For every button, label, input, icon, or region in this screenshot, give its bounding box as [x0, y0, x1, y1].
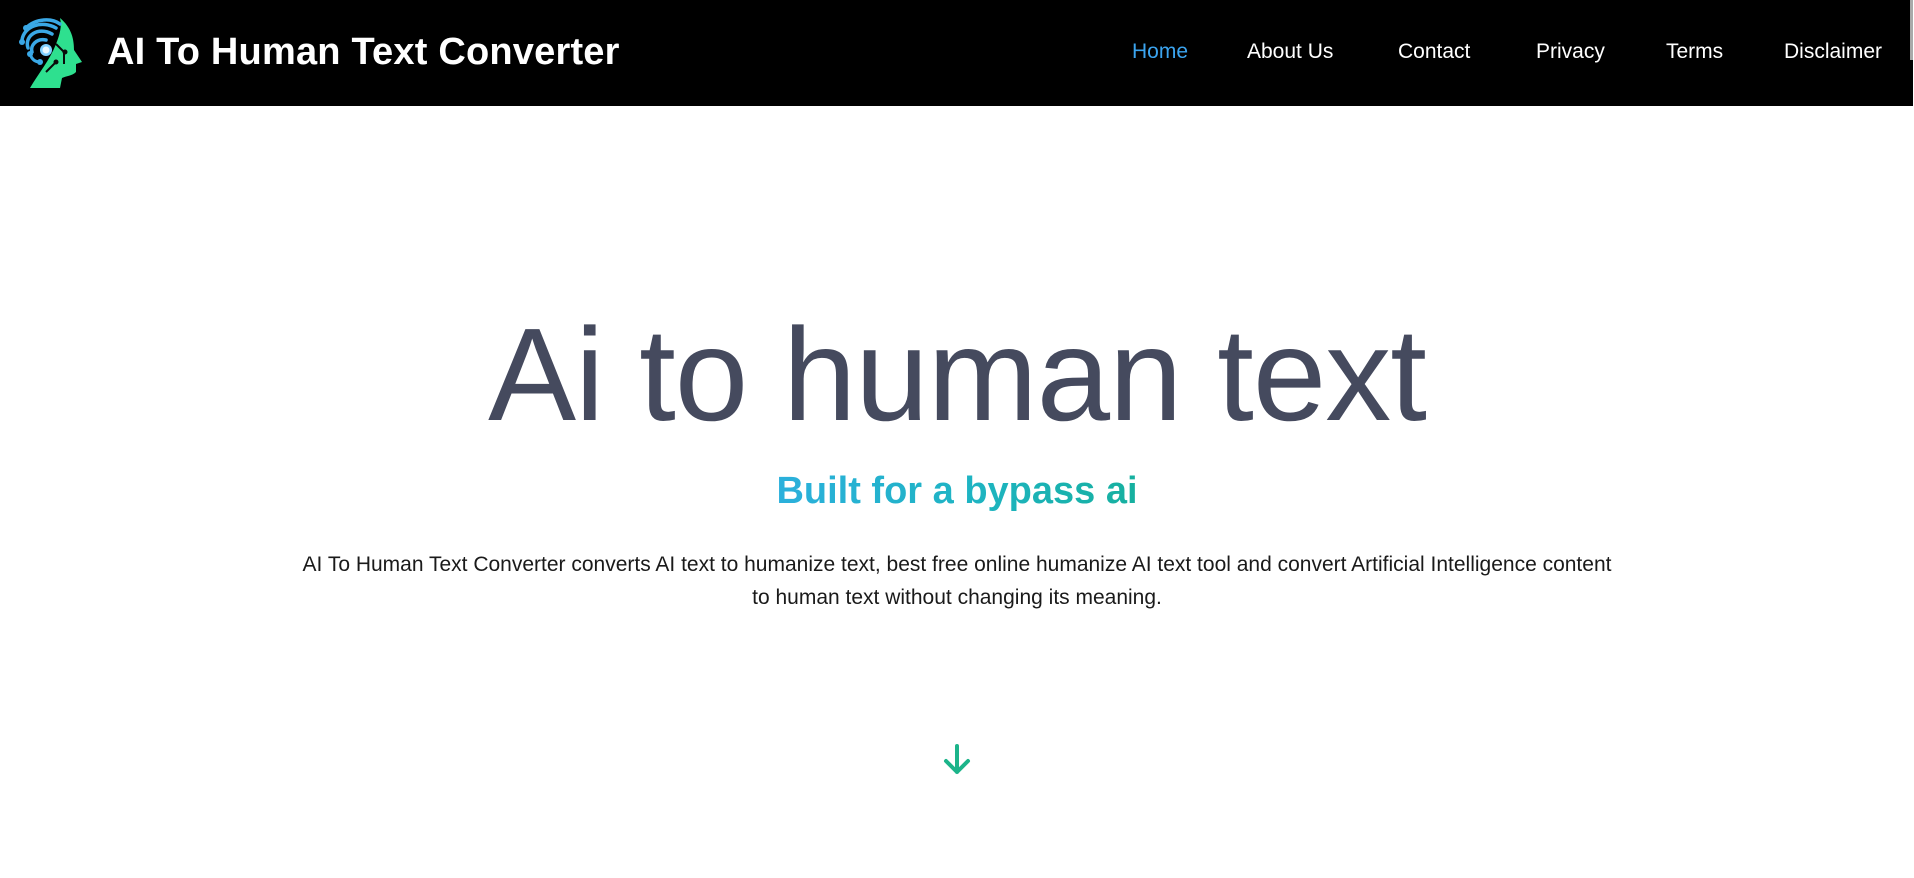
site-header: AI To Human Text Converter Home About Us… [0, 0, 1913, 106]
scrollbar[interactable] [1910, 0, 1913, 60]
nav-privacy[interactable]: Privacy [1536, 37, 1605, 67]
hero-description: AI To Human Text Converter converts AI t… [302, 553, 1612, 609]
nav-disclaimer[interactable]: Disclaimer [1784, 37, 1882, 67]
hero-subtitle: Built for a bypass ai [0, 466, 1914, 516]
nav-terms[interactable]: Terms [1666, 37, 1723, 67]
hero-title: Ai to human text [488, 301, 1427, 448]
nav-about-us[interactable]: About Us [1247, 37, 1333, 67]
arrow-down-icon [944, 744, 970, 774]
nav-home[interactable]: Home [1132, 37, 1188, 67]
scroll-down-button[interactable] [941, 742, 973, 778]
nav-contact[interactable]: Contact [1398, 37, 1470, 67]
main-nav: Home About Us Contact Privacy Terms Disc… [0, 37, 1913, 67]
hero-subtitle-text: Built for a bypass ai [776, 470, 1138, 512]
